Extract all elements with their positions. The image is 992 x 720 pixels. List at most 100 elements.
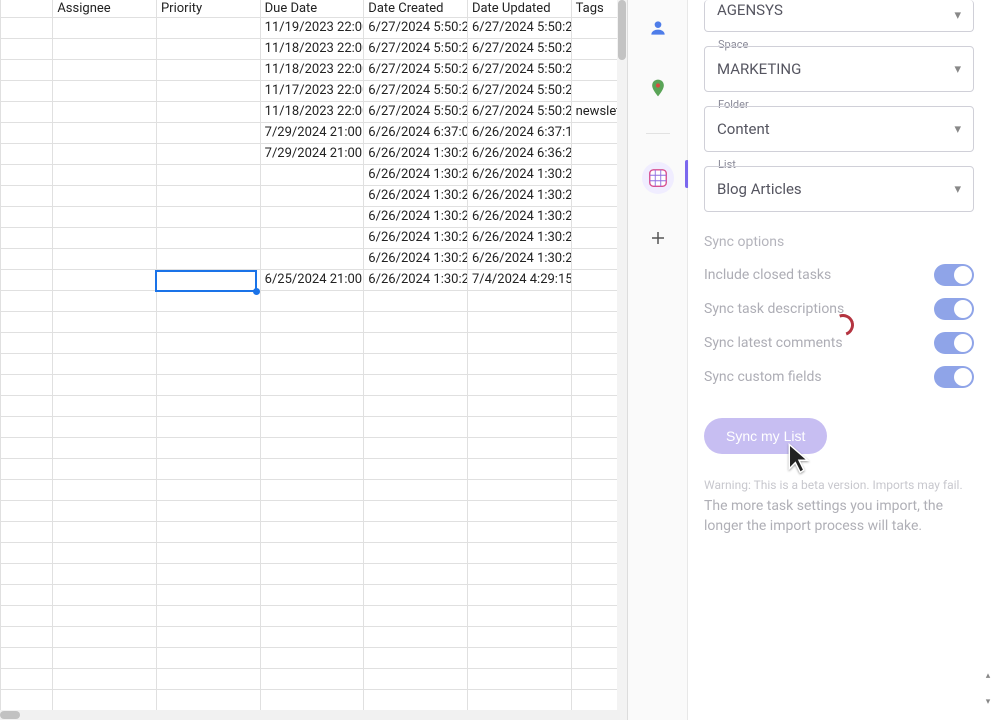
- table-row[interactable]: [1, 437, 627, 458]
- table-cell[interactable]: [53, 668, 157, 689]
- table-cell[interactable]: [1, 59, 53, 80]
- table-cell[interactable]: [1, 269, 53, 290]
- table-row[interactable]: [1, 521, 627, 542]
- table-cell[interactable]: [1, 521, 53, 542]
- space-select[interactable]: MARKETING ▾: [704, 46, 974, 92]
- table-cell[interactable]: [260, 227, 364, 248]
- table-cell[interactable]: [1, 563, 53, 584]
- table-cell[interactable]: 6/26/2024 1:30:2: [364, 227, 468, 248]
- table-cell[interactable]: [156, 311, 260, 332]
- table-cell[interactable]: [364, 542, 468, 563]
- table-cell[interactable]: [53, 164, 157, 185]
- table-cell[interactable]: [364, 416, 468, 437]
- table-cell[interactable]: [467, 353, 571, 374]
- table-cell[interactable]: [467, 668, 571, 689]
- table-cell[interactable]: [364, 689, 468, 710]
- selection-fill-handle[interactable]: [253, 288, 260, 295]
- table-cell[interactable]: 6/27/2024 5:50:2: [467, 101, 571, 122]
- table-cell[interactable]: [467, 605, 571, 626]
- table-cell[interactable]: [53, 605, 157, 626]
- table-cell[interactable]: [1, 668, 53, 689]
- table-cell[interactable]: [260, 500, 364, 521]
- table-cell[interactable]: [53, 458, 157, 479]
- table-row[interactable]: [1, 458, 627, 479]
- table-cell[interactable]: [1, 38, 53, 59]
- table-cell[interactable]: [364, 668, 468, 689]
- table-cell[interactable]: [53, 290, 157, 311]
- table-cell[interactable]: [1, 164, 53, 185]
- table-cell[interactable]: [260, 248, 364, 269]
- table-row[interactable]: [1, 311, 627, 332]
- table-cell[interactable]: [260, 689, 364, 710]
- table-cell[interactable]: [1, 80, 53, 101]
- table-cell[interactable]: [1, 374, 53, 395]
- table-cell[interactable]: [1, 500, 53, 521]
- table-cell[interactable]: [1, 689, 53, 710]
- table-cell[interactable]: [156, 59, 260, 80]
- sheet-horizontal-scrollbar-track[interactable]: [0, 710, 620, 720]
- table-row[interactable]: [1, 290, 627, 311]
- table-cell[interactable]: 6/26/2024 6:36:2: [467, 143, 571, 164]
- table-cell[interactable]: 6/27/2024 5:50:2: [364, 80, 468, 101]
- table-cell[interactable]: [156, 185, 260, 206]
- table-cell[interactable]: [260, 332, 364, 353]
- table-row[interactable]: [1, 563, 627, 584]
- toggle-switch[interactable]: [934, 298, 974, 320]
- table-cell[interactable]: [156, 374, 260, 395]
- org-select[interactable]: AGENSYS ▾: [704, 0, 974, 32]
- table-cell[interactable]: [1, 17, 53, 38]
- location-pin-icon[interactable]: [642, 72, 674, 104]
- table-cell[interactable]: [260, 395, 364, 416]
- table-cell[interactable]: [156, 458, 260, 479]
- table-cell[interactable]: 6/26/2024 1:30:2: [364, 164, 468, 185]
- table-cell[interactable]: [260, 647, 364, 668]
- table-cell[interactable]: [53, 353, 157, 374]
- table-cell[interactable]: [156, 626, 260, 647]
- table-cell[interactable]: 6/26/2024 1:30:2: [467, 206, 571, 227]
- spreadsheet-area[interactable]: AssigneePriorityDue DateDate CreatedDate…: [0, 0, 628, 720]
- table-row[interactable]: [1, 374, 627, 395]
- table-cell[interactable]: [364, 563, 468, 584]
- table-cell[interactable]: [156, 269, 260, 290]
- table-cell[interactable]: [364, 332, 468, 353]
- table-cell[interactable]: [53, 143, 157, 164]
- table-cell[interactable]: [1, 227, 53, 248]
- table-row[interactable]: 6/26/2024 1:30:26/26/2024 1:30:2: [1, 227, 627, 248]
- folder-select[interactable]: Content ▾: [704, 106, 974, 152]
- table-cell[interactable]: [53, 17, 157, 38]
- table-cell[interactable]: [467, 500, 571, 521]
- table-row[interactable]: 6/26/2024 1:30:26/26/2024 1:30:2: [1, 164, 627, 185]
- table-cell[interactable]: [156, 332, 260, 353]
- table-cell[interactable]: 11/19/2023 22:00: [260, 17, 364, 38]
- table-cell[interactable]: [364, 395, 468, 416]
- table-cell[interactable]: 6/26/2024 1:30:2: [364, 269, 468, 290]
- table-row[interactable]: 7/29/2024 21:006/26/2024 1:30:26/26/2024…: [1, 143, 627, 164]
- table-cell[interactable]: [364, 647, 468, 668]
- table-row[interactable]: [1, 332, 627, 353]
- table-cell[interactable]: [1, 185, 53, 206]
- table-cell[interactable]: [53, 647, 157, 668]
- table-cell[interactable]: [156, 206, 260, 227]
- table-cell[interactable]: [364, 437, 468, 458]
- table-cell[interactable]: 6/27/2024 5:50:2: [364, 17, 468, 38]
- table-row[interactable]: [1, 542, 627, 563]
- table-cell[interactable]: [53, 101, 157, 122]
- column-header[interactable]: Date Updated: [467, 0, 571, 17]
- table-cell[interactable]: [1, 647, 53, 668]
- table-cell[interactable]: [53, 542, 157, 563]
- table-cell[interactable]: [467, 563, 571, 584]
- table-cell[interactable]: [467, 626, 571, 647]
- sheet-vertical-scrollbar-thumb[interactable]: [618, 0, 626, 60]
- table-cell[interactable]: [156, 101, 260, 122]
- table-cell[interactable]: 6/26/2024 1:30:2: [467, 164, 571, 185]
- table-cell[interactable]: [156, 38, 260, 59]
- table-cell[interactable]: [156, 647, 260, 668]
- table-cell[interactable]: 6/26/2024 1:30:2: [364, 143, 468, 164]
- table-cell[interactable]: [260, 185, 364, 206]
- table-cell[interactable]: [260, 353, 364, 374]
- table-cell[interactable]: 6/27/2024 5:50:2: [364, 59, 468, 80]
- toggle-switch[interactable]: [934, 264, 974, 286]
- table-cell[interactable]: [1, 584, 53, 605]
- table-row[interactable]: [1, 353, 627, 374]
- table-cell[interactable]: [156, 563, 260, 584]
